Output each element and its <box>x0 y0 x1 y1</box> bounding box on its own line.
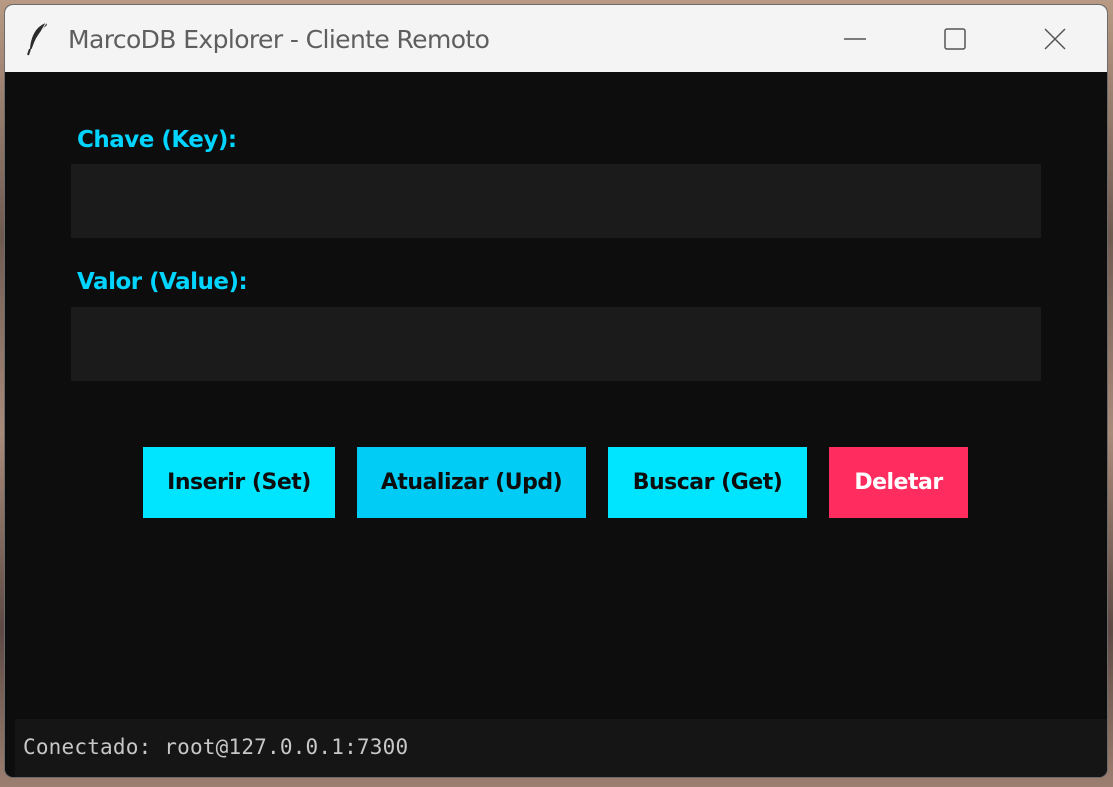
key-label: Chave (Key): <box>77 127 237 153</box>
maximize-icon <box>943 27 967 51</box>
title-bar[interactable]: MarcoDB Explorer - Cliente Remoto <box>5 5 1107 72</box>
feather-icon <box>27 22 49 56</box>
minimize-button[interactable] <box>805 5 905 72</box>
app-window: MarcoDB Explorer - Cliente Remoto Chave … <box>5 5 1107 777</box>
value-label: Valor (Value): <box>77 269 248 295</box>
connection-status: Conectado: root@127.0.0.1:7300 <box>23 735 409 759</box>
value-input[interactable] <box>71 307 1041 381</box>
delete-button[interactable]: Deletar <box>829 447 968 518</box>
key-input[interactable] <box>71 164 1041 238</box>
maximize-button[interactable] <box>905 5 1005 72</box>
insert-set-button[interactable]: Inserir (Set) <box>143 447 335 518</box>
status-bar: Conectado: root@127.0.0.1:7300 <box>15 719 1107 777</box>
window-title: MarcoDB Explorer - Cliente Remoto <box>68 25 490 54</box>
close-icon <box>1043 27 1067 51</box>
minimize-icon <box>843 27 867 51</box>
close-button[interactable] <box>1005 5 1105 72</box>
update-button[interactable]: Atualizar (Upd) <box>357 447 586 518</box>
get-button[interactable]: Buscar (Get) <box>608 447 807 518</box>
